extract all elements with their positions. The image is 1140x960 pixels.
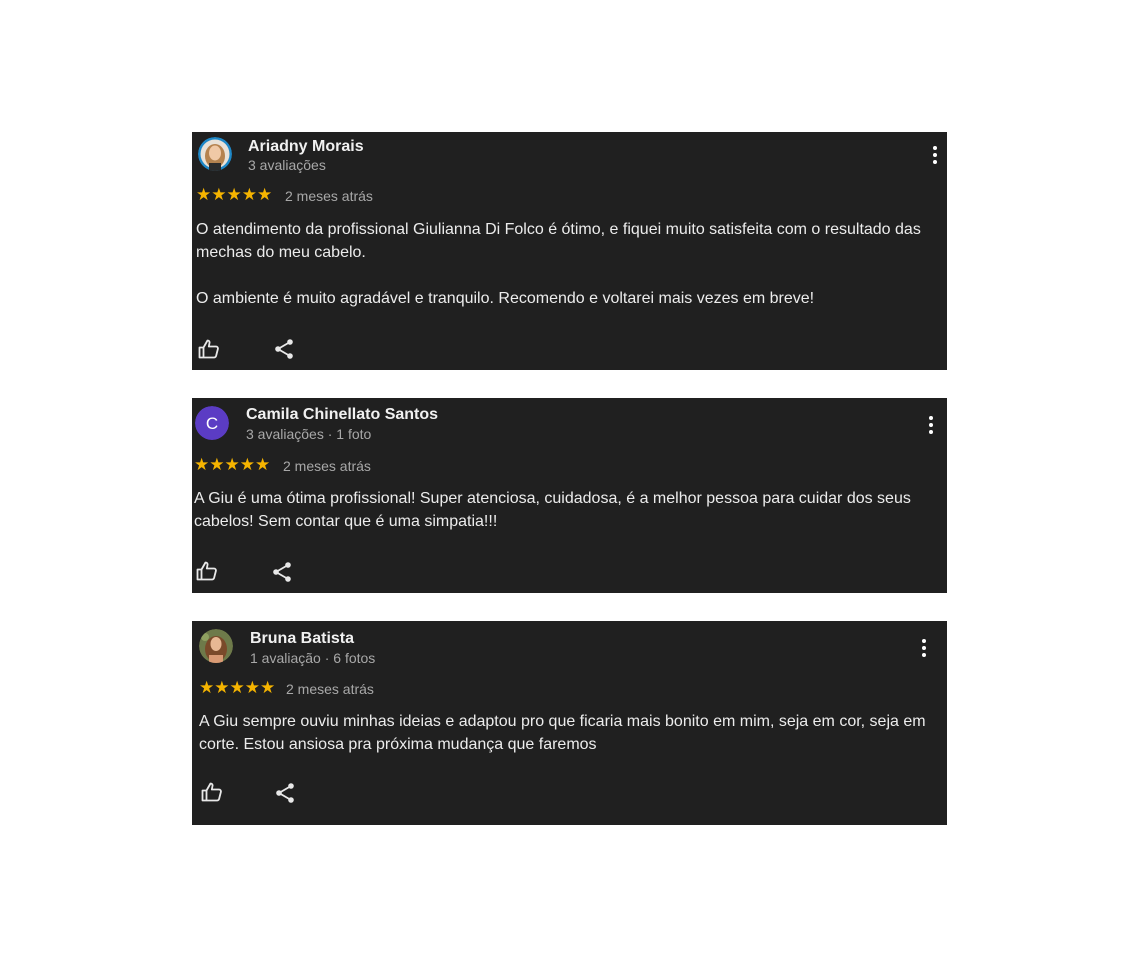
star-rating: ★★★★★ xyxy=(199,678,276,697)
author-name[interactable]: Camila Chinellato Santos xyxy=(246,406,438,424)
more-vert-icon xyxy=(922,639,926,643)
review-text: A Giu sempre ouviu minhas ideias e adapt… xyxy=(199,710,939,756)
thumbs-up-icon xyxy=(198,339,219,359)
review-card: Ariadny Morais 3 avaliações ★★★★★ 2 mese… xyxy=(192,132,947,370)
thumbs-up-icon xyxy=(201,782,222,802)
author-meta: 3 avaliações xyxy=(248,157,326,173)
more-vert-icon xyxy=(929,416,933,420)
more-options-button[interactable] xyxy=(927,143,943,167)
author-name[interactable]: Ariadny Morais xyxy=(248,138,364,156)
review-text: A Giu é uma ótima profissional! Super at… xyxy=(194,487,939,533)
author-meta: 1 avaliação · 6 fotos xyxy=(250,650,376,666)
avatar[interactable] xyxy=(199,629,233,663)
review-paragraph: A Giu é uma ótima profissional! Super at… xyxy=(194,490,911,530)
review-time: 2 meses atrás xyxy=(285,188,373,204)
like-button[interactable] xyxy=(200,780,224,804)
star-rating: ★★★★★ xyxy=(194,455,271,474)
share-button[interactable] xyxy=(270,560,294,584)
thumbs-up-icon xyxy=(196,561,217,581)
star-rating: ★★★★★ xyxy=(196,185,273,204)
more-options-button[interactable] xyxy=(916,636,932,660)
share-icon xyxy=(273,562,291,582)
review-time: 2 meses atrás xyxy=(286,681,374,697)
review-time: 2 meses atrás xyxy=(283,458,371,474)
avatar[interactable]: C xyxy=(195,406,229,440)
review-card: Bruna Batista 1 avaliação · 6 fotos ★★★★… xyxy=(192,621,947,825)
review-paragraph: O ambiente é muito agradável e tranquilo… xyxy=(196,290,815,307)
like-button[interactable] xyxy=(197,337,221,361)
avatar-letter: C xyxy=(206,414,218,433)
share-button[interactable] xyxy=(272,337,296,361)
more-vert-icon xyxy=(933,146,937,150)
author-meta: 3 avaliações · 1 foto xyxy=(246,426,372,442)
author-name[interactable]: Bruna Batista xyxy=(250,630,354,648)
like-button[interactable] xyxy=(195,559,219,583)
avatar[interactable] xyxy=(198,137,232,171)
review-text: O atendimento da profissional Giulianna … xyxy=(196,218,944,310)
share-button[interactable] xyxy=(273,781,297,805)
review-card: C Camila Chinellato Santos 3 avaliações … xyxy=(192,398,947,593)
review-paragraph: A Giu sempre ouviu minhas ideias e adapt… xyxy=(199,713,926,753)
more-options-button[interactable] xyxy=(923,413,939,437)
share-icon xyxy=(275,339,293,359)
share-icon xyxy=(276,783,294,803)
review-paragraph: O atendimento da profissional Giulianna … xyxy=(196,221,921,261)
